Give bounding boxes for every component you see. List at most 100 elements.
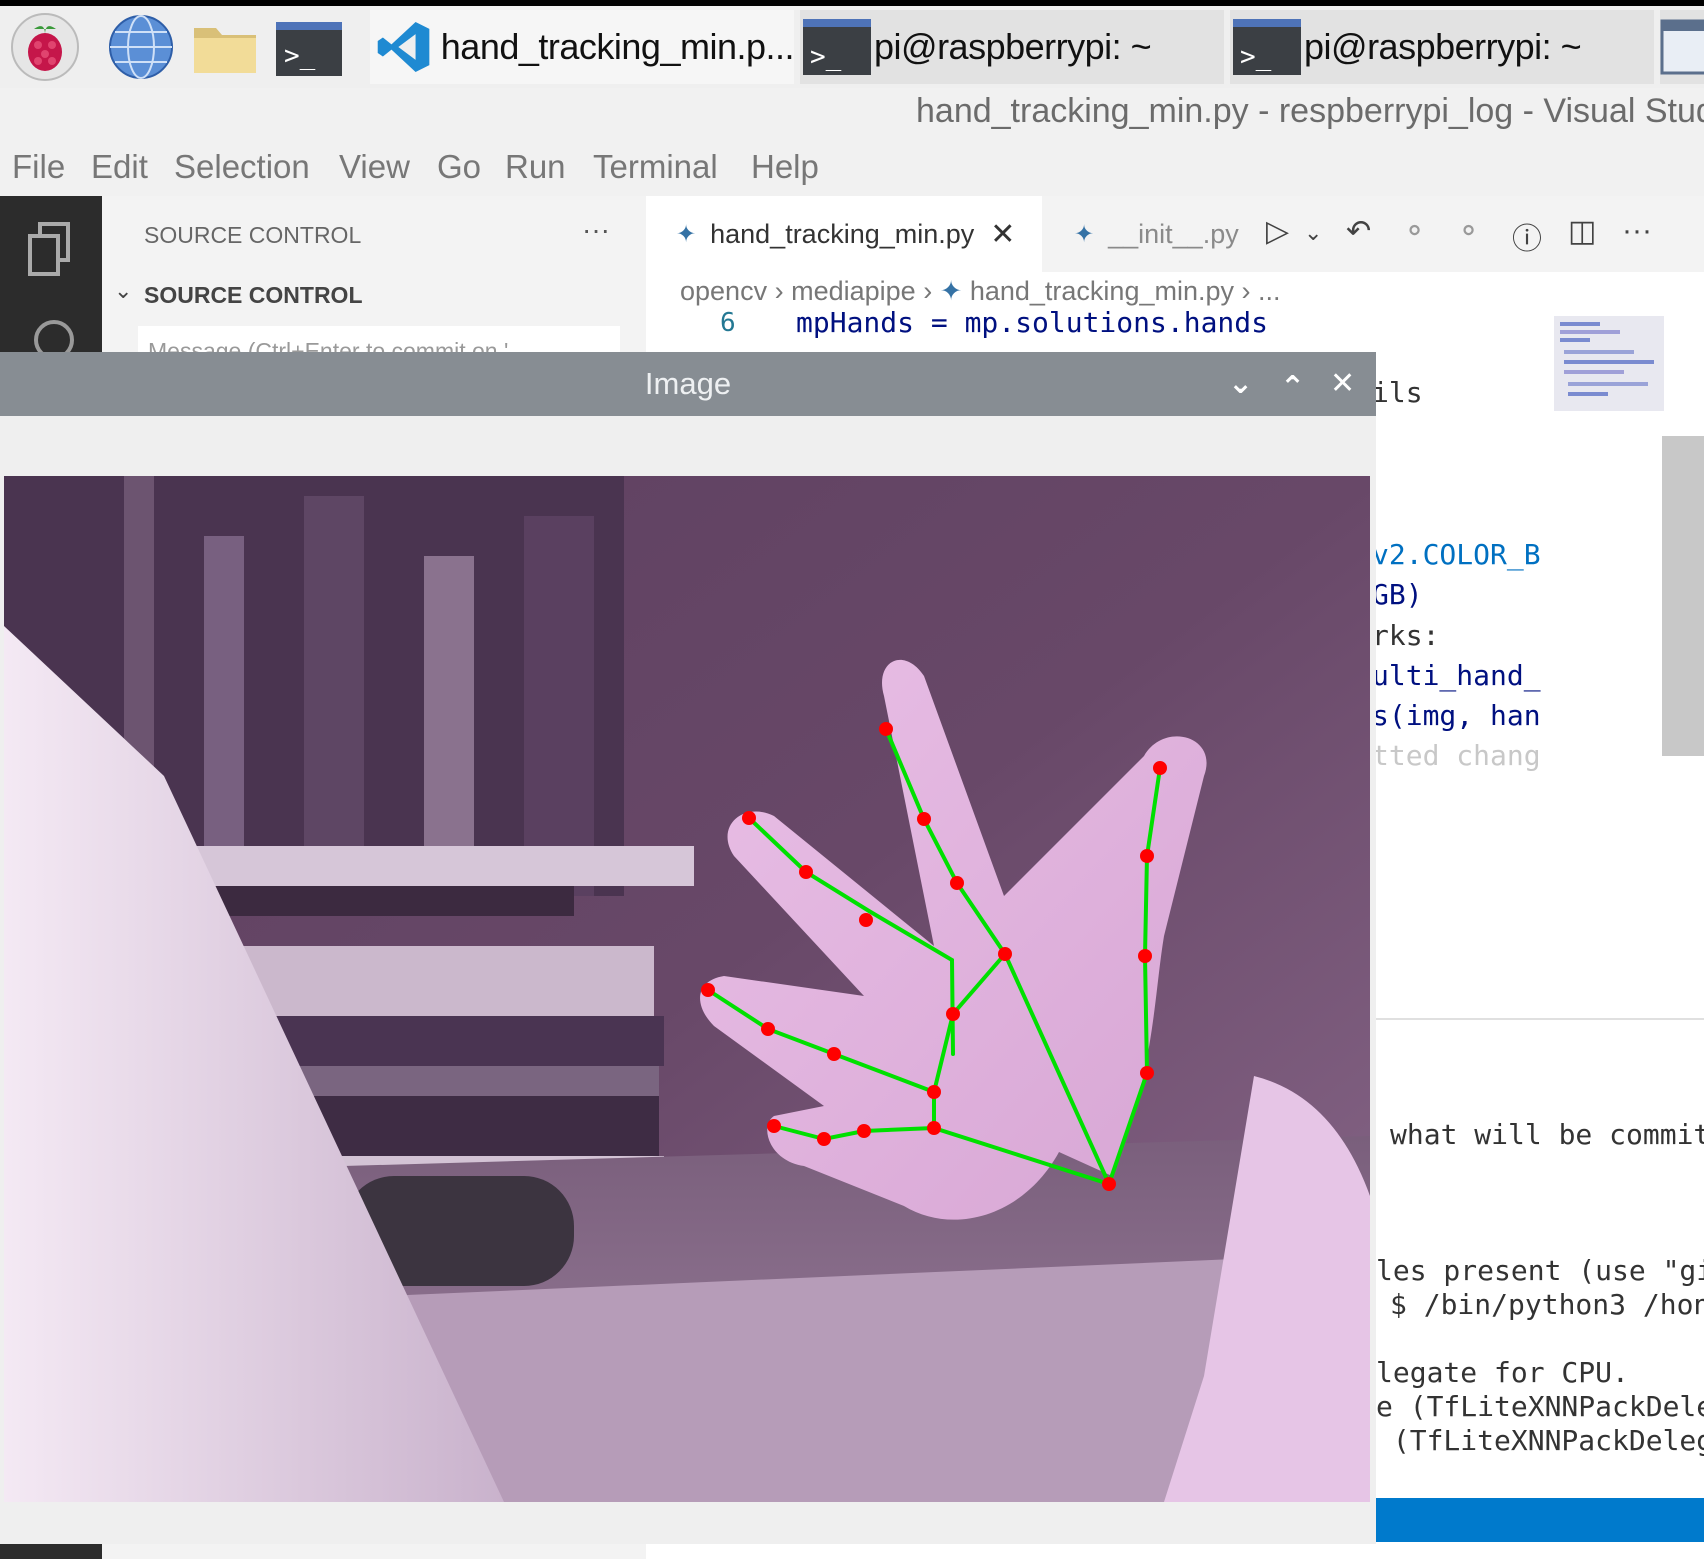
- tab-label: hand_tracking_min.py: [710, 218, 975, 249]
- taskbar-item-label: hand_tracking_min.p...: [440, 26, 795, 67]
- next-change-icon[interactable]: ⚬: [1456, 214, 1481, 249]
- breadcrumb-item[interactable]: ...: [1258, 276, 1281, 306]
- image-window[interactable]: Image ⌄ ⌃ ✕: [0, 352, 1376, 1544]
- taskbar-item-window[interactable]: [1660, 10, 1704, 84]
- code-fragment: tted chang: [1372, 739, 1541, 772]
- landmark-point: [1140, 1066, 1154, 1080]
- code-fragment: ulti_hand_: [1372, 659, 1541, 692]
- chevron-down-icon[interactable]: ⌄: [114, 278, 132, 304]
- tab-init[interactable]: ✦ __init__.py: [1044, 196, 1254, 272]
- menu-help[interactable]: Help: [751, 148, 819, 186]
- status-bar: [1376, 1498, 1704, 1542]
- landmark-point: [1102, 1177, 1116, 1191]
- taskbar-item-terminal[interactable]: >_ pi@raspberrypi: ~: [800, 10, 1224, 84]
- editor-tabs: ✦ hand_tracking_min.py ✕ ✦ __init__.py ▷…: [646, 196, 1704, 272]
- chevron-right-icon: ›: [923, 276, 940, 306]
- code-fragment: rks:: [1372, 619, 1440, 652]
- menu-bar: File Edit Selection View Go Run Terminal…: [0, 140, 1704, 196]
- image-window-title: Image: [644, 366, 732, 401]
- landmark-point: [859, 913, 873, 927]
- search-icon[interactable]: [28, 314, 84, 354]
- code-fragment: s(img, han: [1372, 699, 1541, 732]
- landmark-point: [1138, 949, 1152, 963]
- svg-text:>_: >_: [284, 41, 316, 71]
- landmark-point: [927, 1121, 941, 1135]
- landmark-point: [1140, 849, 1154, 863]
- python-file-icon: ✦: [1074, 220, 1095, 248]
- index-connection: [884, 727, 1111, 1186]
- breadcrumb-item[interactable]: hand_tracking_min.py: [970, 276, 1234, 306]
- open-changes-icon[interactable]: ↶: [1346, 214, 1371, 249]
- menu-go[interactable]: Go: [437, 148, 481, 186]
- code-fragment: GB): [1372, 578, 1423, 611]
- menu-terminal[interactable]: Terminal: [593, 148, 718, 186]
- terminal-line: $ /bin/python3 /hon: [1390, 1288, 1704, 1321]
- camera-frame[interactable]: [4, 476, 1370, 1502]
- terminal-launcher-icon[interactable]: >_: [274, 12, 344, 82]
- run-icon[interactable]: ▷: [1266, 214, 1289, 249]
- explorer-icon[interactable]: [24, 220, 80, 280]
- landmark-point: [701, 983, 715, 997]
- maximize-icon[interactable]: ⌃: [1280, 370, 1305, 405]
- code-fragments[interactable]: ils v2.COLOR_B GB) rks: ulti_hand_ s(img…: [1372, 376, 1578, 986]
- taskbar: >_ hand_tracking_min.p... >_ pi@raspberr…: [0, 6, 1704, 88]
- terminal-line: what will be commit: [1390, 1118, 1704, 1151]
- split-editor-icon[interactable]: ◫: [1568, 214, 1596, 249]
- middle-connection: [747, 816, 955, 1056]
- window-titlebar: hand_tracking_min.py - respberrypi_log -…: [0, 88, 1704, 140]
- previous-change-icon[interactable]: ⚬: [1402, 214, 1427, 249]
- terminal-line: (TfLiteXNNPackDeleg: [1376, 1424, 1704, 1457]
- vscode-icon: [377, 22, 430, 72]
- landmark-point: [879, 722, 893, 736]
- raspberry-menu-icon[interactable]: [10, 12, 80, 82]
- breadcrumb-item[interactable]: mediapipe: [791, 276, 916, 306]
- chevron-right-icon: ›: [1241, 276, 1259, 306]
- folder-icon[interactable]: [190, 12, 260, 82]
- code-fragment: v2.COLOR_B: [1372, 538, 1541, 571]
- landmark-point: [946, 1007, 960, 1021]
- terminal-line: legate for CPU.: [1376, 1356, 1629, 1389]
- taskbar-item-label: pi@raspberrypi: ~: [1304, 26, 1582, 67]
- code-line[interactable]: mpHands = mp.solutions.hands: [796, 306, 1268, 339]
- hand-skeleton: [701, 722, 1167, 1191]
- more-actions-icon[interactable]: ···: [1622, 214, 1652, 248]
- image-window-titlebar[interactable]: Image ⌄ ⌃ ✕: [0, 352, 1376, 416]
- landmark-point: [761, 1022, 775, 1036]
- sidebar-section-title[interactable]: SOURCE CONTROL: [144, 282, 363, 309]
- menu-edit[interactable]: Edit: [91, 148, 148, 186]
- terminal-icon: >_: [1233, 19, 1301, 75]
- minimap[interactable]: [1554, 316, 1664, 411]
- terminal-icon: >_: [803, 19, 871, 75]
- close-tab-icon[interactable]: ✕: [990, 217, 1015, 252]
- code-fragment: ils: [1372, 376, 1423, 409]
- terminal-line: les present (use "gi: [1376, 1254, 1704, 1287]
- sidebar-header: SOURCE CONTROL: [144, 222, 362, 248]
- window-icon: [1660, 19, 1704, 75]
- tab-hand-tracking-min[interactable]: ✦ hand_tracking_min.py ✕: [646, 196, 1042, 272]
- terminal-panel[interactable]: what will be commit les present (use "gi…: [1376, 1020, 1704, 1550]
- menu-file[interactable]: File: [12, 148, 65, 186]
- line-number: 6: [720, 308, 736, 338]
- menu-run[interactable]: Run: [505, 148, 566, 186]
- globe-icon[interactable]: [106, 12, 176, 82]
- menu-view[interactable]: View: [339, 148, 410, 186]
- breadcrumb-item[interactable]: opencv: [680, 276, 767, 306]
- taskbar-item-label: pi@raspberrypi: ~: [874, 26, 1152, 67]
- taskbar-item-vscode[interactable]: hand_tracking_min.p...: [370, 10, 795, 84]
- landmark-point: [742, 811, 756, 825]
- close-icon[interactable]: ✕: [1330, 366, 1355, 401]
- minimize-icon[interactable]: ⌄: [1228, 366, 1253, 401]
- menu-selection[interactable]: Selection: [174, 148, 310, 186]
- more-actions-icon[interactable]: ···: [582, 214, 610, 246]
- thumb-connection: [1107, 766, 1162, 1186]
- pinky-connection: [706, 988, 936, 1094]
- landmark-point: [998, 947, 1012, 961]
- svg-text:>_: >_: [1240, 42, 1272, 72]
- landmark-point: [917, 812, 931, 826]
- git-icon[interactable]: ⓘ: [1512, 214, 1542, 258]
- landmark-point: [857, 1124, 871, 1138]
- scrollbar-thumb[interactable]: [1662, 436, 1704, 756]
- chevron-down-icon[interactable]: ⌄: [1304, 220, 1322, 246]
- taskbar-item-terminal[interactable]: >_ pi@raspberrypi: ~: [1230, 10, 1654, 84]
- landmark-point: [927, 1085, 941, 1099]
